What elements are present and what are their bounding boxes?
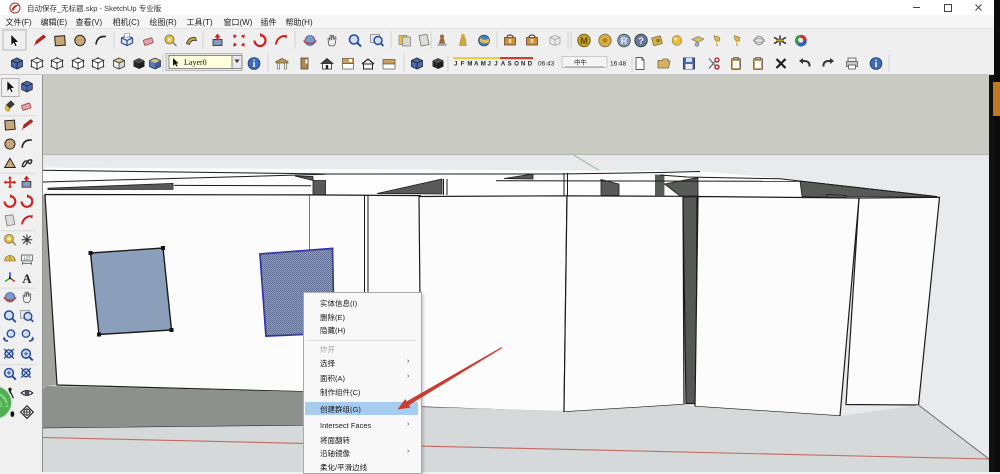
svg-text:6.1: 6.1 [0,400,10,409]
